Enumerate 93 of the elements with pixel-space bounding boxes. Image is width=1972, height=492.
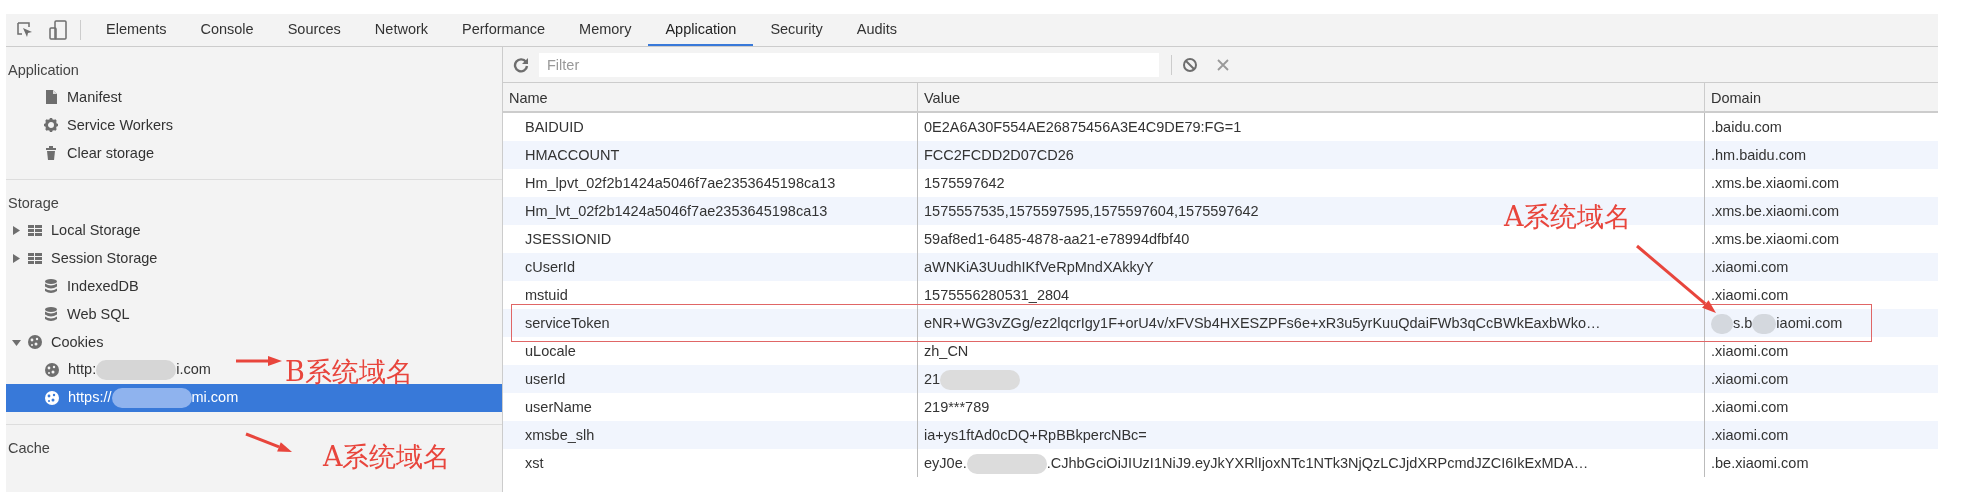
table-cell: serviceToken <box>503 309 917 337</box>
block-icon[interactable] <box>1182 56 1198 73</box>
cell-text: https:// <box>68 388 112 405</box>
trash-icon <box>43 145 59 161</box>
cookie-icon <box>44 362 60 378</box>
cookie-icon <box>27 334 43 350</box>
cell-text: mi.com <box>191 388 239 405</box>
cell-text: .hm.baidu.com <box>1711 147 1807 163</box>
table-icon <box>27 250 43 266</box>
section-header: Application <box>7 61 79 80</box>
database-icon <box>43 278 59 294</box>
panel-tab[interactable]: Memory <box>562 14 649 46</box>
gear-icon <box>43 117 59 133</box>
cell-text: 1575556280531_2804 <box>924 287 1070 303</box>
table-cell-text: BAIDUID <box>524 118 585 137</box>
table-cell: cUserId <box>503 253 917 281</box>
cell-text: .xiaomi.com <box>1711 343 1789 359</box>
cell-text: ia+ys1ftAd0cDQ+RpBBkpercNBc= <box>924 427 1147 443</box>
table-cell: xmsbe_slh <box>503 421 917 449</box>
table-cell: Hm_lvt_02f2b1424a5046f7ae2353645198ca13 <box>503 197 917 225</box>
database-icon <box>43 306 59 322</box>
panel-tab[interactable]: Audits <box>839 14 915 46</box>
cell-text: .be.xiaomi.com <box>1711 455 1809 471</box>
cell-text: 0E2A6A30F554AE26875456A3E4C9DE79:FG=1 <box>924 119 1242 135</box>
table-cell-text: userName <box>524 398 593 417</box>
sidebar-item[interactable]: Manifest <box>6 83 126 111</box>
cell-text: FCC2FCDD2D07CD26 <box>924 147 1074 163</box>
table-cell-text: mstuid <box>524 286 569 305</box>
sidebar-item[interactable]: Local Storage <box>6 216 145 244</box>
cell-text: .xms.be.xiaomi.com <box>1711 203 1840 219</box>
sidebar-item[interactable]: IndexedDB <box>6 272 143 300</box>
expanded-triangle-icon[interactable] <box>12 337 21 347</box>
cell-text: .xiaomi.com <box>1711 371 1789 387</box>
cell-text: .baidu.com <box>1711 119 1782 135</box>
sidebar-item[interactable]: Service Workers <box>6 111 178 139</box>
cookie-icon <box>44 390 60 406</box>
cell-text: 1575557535,1575597595,1575597604,1575597642 <box>924 203 1259 219</box>
cell-text: .xiaomi.com <box>1711 287 1789 303</box>
cell-text: s.b <box>1733 315 1753 331</box>
panel-tab[interactable]: Console <box>183 14 271 46</box>
cell-text: iaomi.com <box>1776 315 1843 331</box>
table-cell: userId <box>503 365 917 393</box>
cell-text: 21 <box>924 371 941 387</box>
panel-tab[interactable]: Performance <box>445 14 563 46</box>
cell-text: http: <box>68 360 97 377</box>
filter-field[interactable]: Filter <box>539 52 1159 77</box>
cell-text: .xiaomi.com <box>1711 399 1789 415</box>
cell-text: .xiaomi.com <box>1711 259 1789 275</box>
panel-tab[interactable]: Sources <box>270 14 358 46</box>
section-header: Cache <box>7 439 50 458</box>
blur-patch <box>1752 314 1777 335</box>
sidebar-item[interactable]: https:// mi.com <box>6 384 502 412</box>
table-cell-text: uLocale <box>524 342 577 361</box>
table-icon <box>27 222 43 238</box>
table-cell: HMACCOUNT <box>503 141 917 169</box>
sidebar-item[interactable]: Clear storage <box>6 139 159 167</box>
cell-text: .CJhbGciOiJIUzI1NiJ9.eyJkYXRlIjoxNTc1NTk3NjQzLCJjdXRPcmdJZCI6IkExMDA… <box>1046 455 1589 471</box>
sidebar-item[interactable]: Session Storage <box>6 244 162 272</box>
close-icon[interactable] <box>1216 57 1230 72</box>
annotation-label: A系统域名 <box>323 441 451 473</box>
annotation-arrow <box>245 432 292 452</box>
cell-text: .xiaomi.com <box>1711 427 1789 443</box>
sidebar-item[interactable]: Web SQL <box>6 300 134 328</box>
collapsed-triangle-icon[interactable] <box>12 225 21 235</box>
panel-tab[interactable]: Security <box>753 14 840 46</box>
annotation-arrow <box>236 356 282 366</box>
refresh-icon[interactable] <box>513 56 529 73</box>
column-header[interactable]: Name <box>503 83 917 113</box>
cell-text: aWNKiA3UudhIKfVeRpMndXAkkyY <box>924 259 1154 275</box>
table-cell-text: JSESSIONID <box>524 230 613 249</box>
column-header[interactable]: Domain <box>1704 83 1938 113</box>
sidebar-item[interactable]: http: i.com <box>6 356 215 384</box>
table-cell-text: xst <box>524 454 545 473</box>
cell-text: 219***789 <box>924 399 990 415</box>
table-cell-text: Hm_lpvt_02f2b1424a5046f7ae2353645198ca13 <box>524 174 837 193</box>
collapsed-triangle-icon[interactable] <box>12 253 21 263</box>
device-toolbar-icon[interactable] <box>48 20 68 40</box>
column-header[interactable]: Value <box>917 83 1704 113</box>
file-icon <box>43 89 59 105</box>
cell-text: eyJ0e. <box>924 455 967 471</box>
section-header: Storage <box>7 194 59 213</box>
panel-tab[interactable]: Network <box>357 14 446 46</box>
panel-tab[interactable]: Elements <box>89 14 184 46</box>
annotation-label: A系统域名 <box>1504 201 1632 233</box>
cell-text: eNR+WG3vZGg/ez2lqcrIgy1F+orU4v/xFVSb4HXESZPFs6e+xR3u5yrKuuQdaiFWb3qCcBWkEaxbWko… <box>924 315 1601 331</box>
cell-text: .xms.be.xiaomi.com <box>1711 231 1840 247</box>
inspect-element-icon[interactable] <box>16 21 34 39</box>
cell-text: zh_CN <box>924 343 969 359</box>
cell-text: 59af8ed1-6485-4878-aa21-e78994dfbf40 <box>924 231 1190 247</box>
sidebar-item[interactable]: Cookies <box>6 328 108 356</box>
cell-text: 1575597642 <box>924 175 1005 191</box>
cell-text: .xms.be.xiaomi.com <box>1711 175 1840 191</box>
cell-text: i.com <box>176 360 211 377</box>
